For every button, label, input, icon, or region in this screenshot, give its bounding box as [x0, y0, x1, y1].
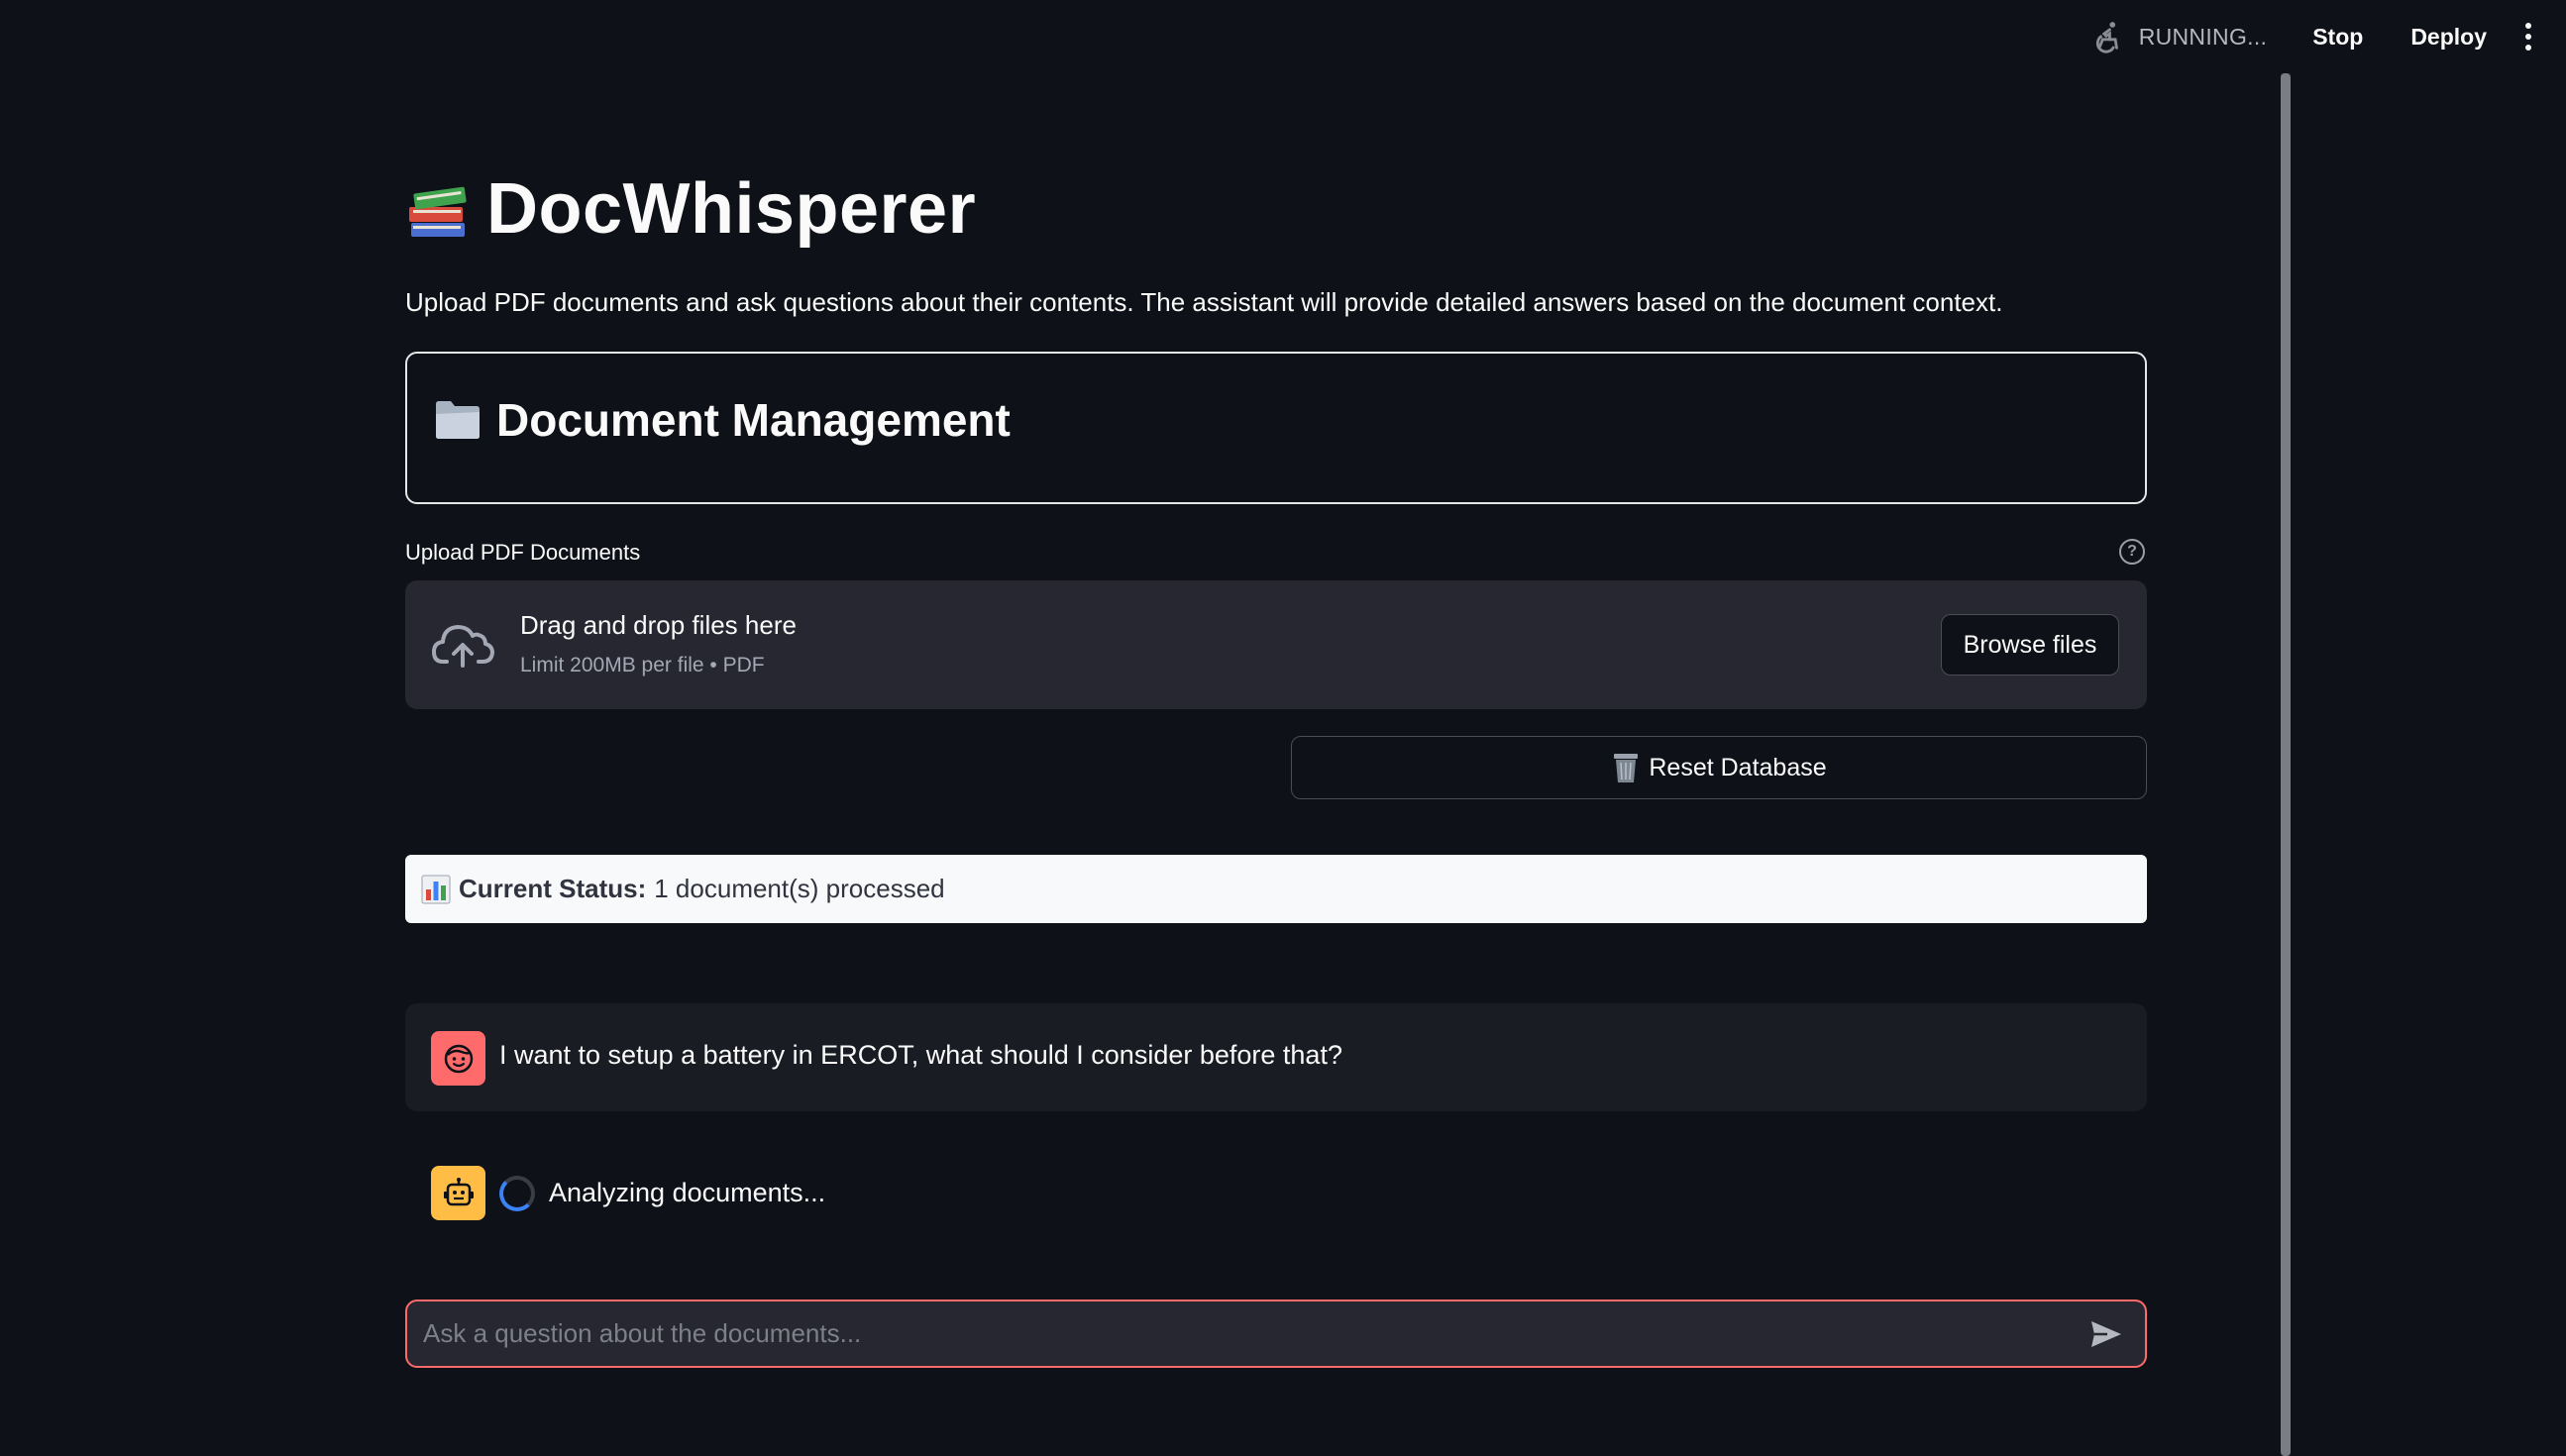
document-management-panel: Document Management	[405, 352, 2147, 504]
deploy-button[interactable]: Deploy	[2399, 16, 2499, 58]
status-bar: Current Status: 1 document(s) processed	[405, 855, 2147, 923]
stop-button[interactable]: Stop	[2300, 16, 2375, 58]
file-dropzone[interactable]: Drag and drop files here Limit 200MB per…	[405, 580, 2147, 709]
user-message-text: I want to setup a battery in ERCOT, what…	[499, 1040, 1342, 1070]
reset-database-button[interactable]: Reset Database	[1291, 736, 2147, 799]
toolbar: RUNNING... Stop Deploy	[0, 0, 2566, 73]
app-root: RUNNING... Stop Deploy DocWhisperer Uplo…	[0, 0, 2566, 1456]
browse-files-button[interactable]: Browse files	[1941, 614, 2119, 676]
books-icon	[409, 186, 467, 237]
dropzone-limit: Limit 200MB per file • PDF	[520, 654, 765, 676]
cloud-upload-icon	[432, 625, 494, 668]
reset-database-label: Reset Database	[1649, 753, 1827, 781]
question-circle-icon[interactable]: ?	[2119, 539, 2145, 565]
document-management-heading-row: Document Management	[433, 393, 1011, 447]
chat-input-container	[405, 1300, 2147, 1368]
page-subtitle: Upload PDF documents and ask questions a…	[405, 287, 2003, 317]
status-value: 1 document(s) processed	[654, 874, 945, 903]
robot-icon	[443, 1177, 474, 1205]
bar-chart-icon	[421, 875, 451, 903]
running-text: RUNNING...	[2138, 23, 2268, 50]
scrollbar-thumb[interactable]	[2281, 73, 2291, 1456]
chat-message-user: I want to setup a battery in ERCOT, what…	[405, 1003, 2147, 1111]
upload-label: Upload PDF Documents	[405, 540, 641, 565]
main-menu-icon[interactable]	[2518, 20, 2538, 53]
loading-spinner-icon	[499, 1175, 535, 1211]
chat-message-assistant: Analyzing documents...	[431, 1166, 825, 1220]
document-management-heading: Document Management	[496, 394, 1011, 446]
title-row: DocWhisperer	[405, 168, 976, 250]
assistant-avatar	[431, 1166, 485, 1220]
face-icon	[444, 1044, 473, 1073]
folder-icon	[436, 401, 480, 439]
accessibility-icon	[2095, 22, 2118, 53]
user-avatar	[431, 1031, 485, 1086]
assistant-status-text: Analyzing documents...	[549, 1178, 826, 1207]
chat-input[interactable]	[423, 1318, 2087, 1349]
dropzone-title: Drag and drop files here	[520, 610, 797, 640]
trash-icon	[1614, 754, 1639, 782]
status-label: Current Status:	[459, 874, 647, 903]
page-title: DocWhisperer	[486, 169, 977, 249]
running-status: RUNNING...	[2091, 20, 2268, 53]
send-icon[interactable]	[2087, 1315, 2125, 1353]
